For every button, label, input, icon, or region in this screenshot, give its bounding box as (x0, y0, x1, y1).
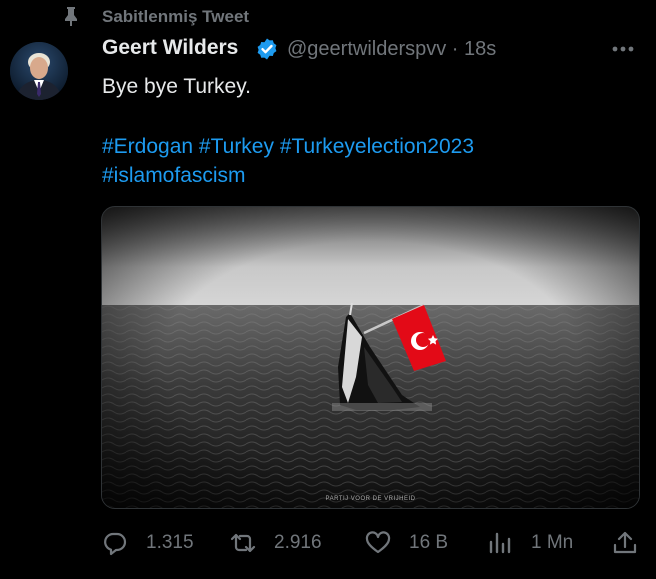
retweet-icon (230, 533, 256, 553)
tweet-actions: 1.315 2.916 16 B 1 Mn (102, 526, 642, 560)
like-button[interactable]: 16 B (365, 526, 448, 560)
like-count: 16 B (409, 532, 449, 553)
tweet-header: Geert Wilders @geertwilderspvv · 18s (102, 34, 642, 64)
tweet-body: Bye bye Turkey. (102, 75, 252, 98)
reply-icon (104, 532, 127, 556)
views-count: 1 Mn (531, 532, 574, 553)
hashtags-line-2[interactable]: #islamofascism (102, 161, 632, 190)
reply-count: 1.315 (146, 532, 194, 553)
tweet-text: Bye bye Turkey. #Erdogan #Turkey #Turkey… (102, 72, 632, 190)
tweet-media-image[interactable]: PARTIJ VOOR DE VRIJHEID (101, 206, 640, 509)
views-button[interactable]: 1 Mn (487, 526, 573, 560)
share-button[interactable] (612, 526, 638, 560)
pinned-label: Sabitlenmiş Tweet (102, 7, 250, 26)
author-handle-time[interactable]: @geertwilderspvv · 18s (287, 38, 496, 61)
reply-button[interactable]: 1.315 (102, 526, 194, 560)
author-name[interactable]: Geert Wilders (102, 36, 238, 60)
retweet-count: 2.916 (274, 532, 322, 553)
retweet-button[interactable]: 2.916 (230, 526, 322, 560)
hashtags-line-1[interactable]: #Erdogan #Turkey #Turkeyelection2023 (102, 132, 632, 161)
pin-icon (65, 7, 77, 26)
more-icon[interactable] (608, 36, 638, 62)
like-icon (365, 531, 391, 554)
avatar[interactable] (10, 42, 68, 100)
views-icon (489, 532, 511, 554)
verified-icon[interactable] (255, 37, 279, 61)
media-watermark: PARTIJ VOOR DE VRIJHEID (325, 496, 416, 502)
share-icon (613, 531, 637, 554)
